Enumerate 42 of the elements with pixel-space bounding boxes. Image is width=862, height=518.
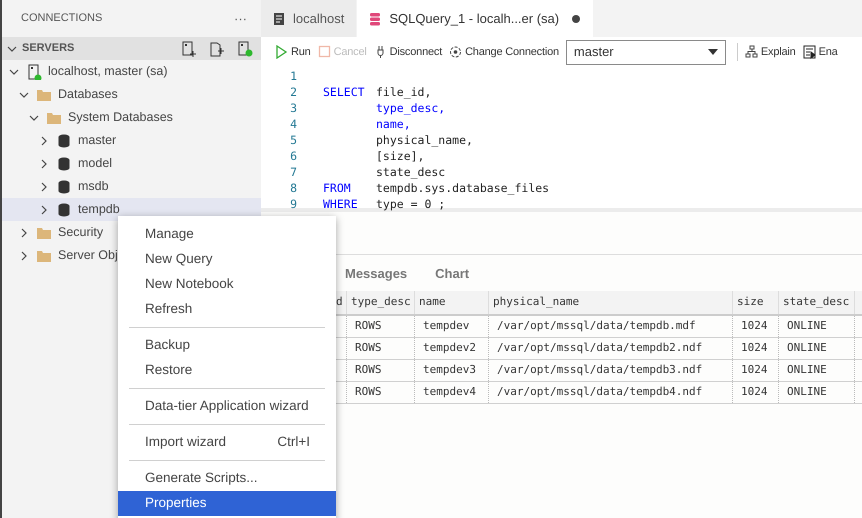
panel-title: CONNECTIONS xyxy=(21,11,102,26)
shortcut-text: Ctrl+I xyxy=(277,433,310,452)
table-cell: /var/opt/mssql/data/tempdb.mdf xyxy=(489,316,733,337)
table-cell: 1024 xyxy=(733,382,779,403)
table-cell: ROWS xyxy=(347,338,415,359)
code-text: state_desc xyxy=(376,164,446,180)
code-text: type_desc, xyxy=(376,100,446,116)
line-number: 2 xyxy=(289,84,297,100)
table-cell: /var/opt/mssql/data/tempdb4.ndf xyxy=(489,382,733,403)
code-text: physical_name, xyxy=(376,132,473,148)
line-number: 4 xyxy=(289,116,297,132)
table-cell: ONLINE xyxy=(779,316,855,337)
table-cell: ROWS xyxy=(347,360,415,381)
table-cell: tempdev4 xyxy=(415,382,489,403)
line-number: 7 xyxy=(289,164,297,180)
code-text: [size], xyxy=(376,148,424,164)
code-text: name, xyxy=(376,116,411,132)
sql-keyword: FROM xyxy=(323,180,352,196)
table-cell: 1024 xyxy=(733,316,779,337)
line-number: 3 xyxy=(289,100,297,116)
code-text: type = 0 ; xyxy=(376,196,446,212)
sql-keyword: WHERE xyxy=(323,196,359,212)
table-cell: tempdev3 xyxy=(415,360,489,381)
table-cell: /var/opt/mssql/data/tempdb2.ndf xyxy=(489,338,733,359)
code-text: file_id, xyxy=(376,84,432,100)
line-number: 5 xyxy=(289,132,297,148)
table-cell: ONLINE xyxy=(779,382,855,403)
table-cell: 1024 xyxy=(733,338,779,359)
sql-keyword: SELECT xyxy=(323,84,366,100)
table-cell: ROWS xyxy=(347,382,415,403)
table-cell: ONLINE xyxy=(779,360,855,381)
table-cell: ROWS xyxy=(347,316,415,337)
line-number: 8 xyxy=(289,180,297,196)
code-text: tempdb.sys.database_files xyxy=(376,180,550,196)
table-cell: ONLINE xyxy=(779,338,855,359)
table-cell: 1024 xyxy=(733,360,779,381)
line-number: 1 xyxy=(289,68,297,84)
line-number: 6 xyxy=(289,148,297,164)
table-cell: /var/opt/mssql/data/tempdb3.ndf xyxy=(489,360,733,381)
table-cell: tempdev xyxy=(415,316,489,337)
line-number: 9 xyxy=(289,196,297,212)
table-cell: tempdev2 xyxy=(415,338,489,359)
